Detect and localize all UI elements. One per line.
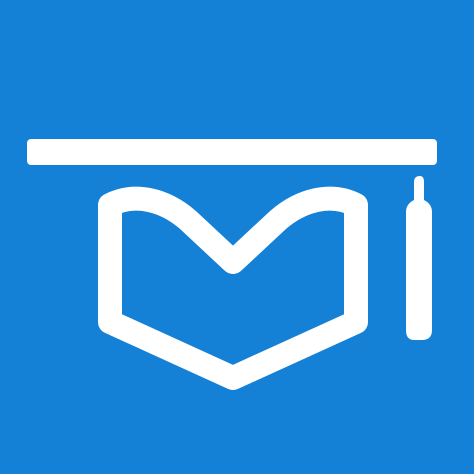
cap-board-bar: [27, 139, 437, 165]
app-icon-tile[interactable]: [0, 0, 474, 474]
graduation-cap-book-icon: [0, 0, 474, 474]
icon-background: [0, 0, 474, 474]
